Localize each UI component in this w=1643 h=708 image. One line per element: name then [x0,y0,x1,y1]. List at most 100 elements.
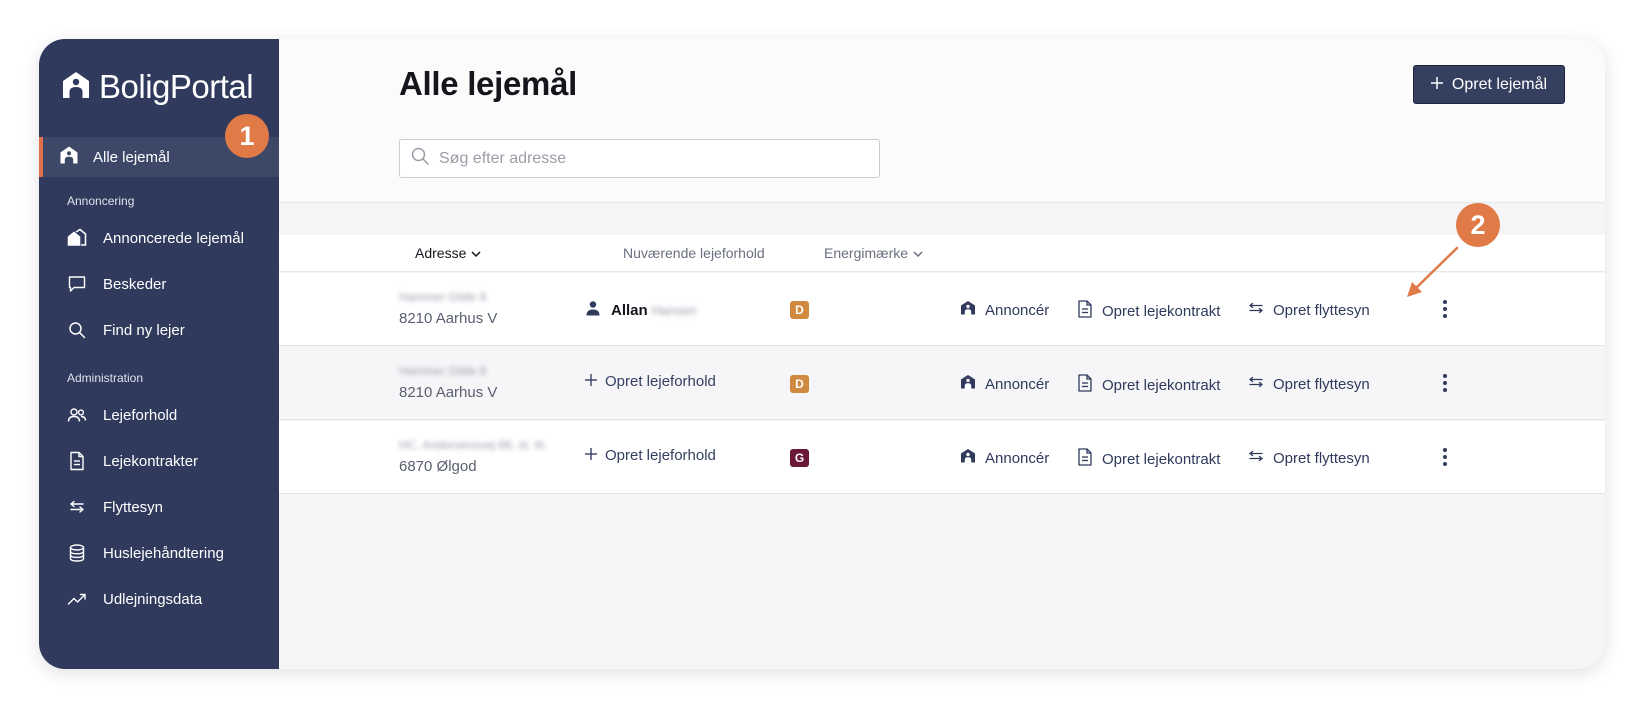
more-options-icon[interactable] [1435,445,1455,469]
sidebar-section-administration: Administration [67,371,144,385]
logo-text: BoligPortal [99,68,254,105]
search-icon [410,146,430,171]
annoncer-label: Annoncér [985,375,1050,393]
annoncer-label: Annoncér [985,449,1050,467]
logo[interactable]: BoligPortal [61,68,254,106]
annoncer-label: Annoncér [985,301,1050,319]
plus-icon [1430,76,1443,94]
chevron-down-icon [913,245,923,261]
opret-lejekontrakt-label: Opret lejekontrakt [1102,450,1221,468]
column-header-adresse[interactable]: Adresse [415,245,481,261]
arrows-icon [1248,300,1264,320]
document-icon [1077,300,1093,322]
opret-lejeforhold-button[interactable]: Opret lejeforhold [585,447,716,464]
document-icon [67,451,87,471]
person-icon [585,300,601,320]
table-row[interactable]: HC. Andersensvej 66, st. th. 6870 Ølgod … [279,421,1605,494]
opret-flyttesyn-button[interactable]: Opret flyttesyn [1248,448,1370,468]
sidebar-item-beskeder[interactable]: Beskeder [67,272,166,296]
document-icon [1077,448,1093,470]
opret-lejekontrakt-label: Opret lejekontrakt [1102,302,1221,320]
sidebar-item-huslejehaandtering[interactable]: Huslejehåndtering [67,541,224,565]
house-icon [59,145,79,170]
page-header: Alle lejemål Opret lejemål [279,39,1605,203]
plus-icon [585,373,597,390]
sidebar-item-flyttesyn[interactable]: Flyttesyn [67,495,163,519]
opret-flyttesyn-button[interactable]: Opret flyttesyn [1248,300,1370,320]
tenant-link[interactable]: Allan Hansen [585,300,697,320]
arrows-icon [1248,374,1264,394]
column-header-label: Energimærke [824,245,909,261]
sidebar-item-find-ny-lejer[interactable]: Find ny lejer [67,318,185,342]
app-window: BoligPortal Alle lejemål Annoncering Ann… [39,39,1605,669]
opret-lejekontrakt-button[interactable]: Opret lejekontrakt [1077,448,1220,470]
plus-icon [585,447,597,464]
opret-lejeforhold-button[interactable]: Opret lejeforhold [585,373,716,390]
sidebar-item-label: Lejekontrakter [103,452,199,470]
create-lejemaal-button[interactable]: Opret lejemål [1413,65,1565,104]
sidebar-item-label: Huslejehåndtering [103,544,224,562]
arrows-icon [67,497,87,517]
arrows-icon [1248,448,1264,468]
sidebar-item-udlejningsdata[interactable]: Udlejningsdata [67,587,202,611]
more-options-icon[interactable] [1435,371,1455,395]
opret-lejekontrakt-label: Opret lejekontrakt [1102,376,1221,394]
energy-label-badge: G [790,449,809,467]
search-box[interactable] [399,139,880,178]
annoncer-button[interactable]: Annoncér [960,300,1049,320]
create-lejemaal-label: Opret lejemål [1451,75,1548,93]
address-line2: 8210 Aarhus V [399,384,498,401]
step-badge-1: 1 [225,114,269,158]
address-line1: Hammer Gilde 8 [399,290,487,304]
chevron-down-icon [471,245,481,261]
document-icon [1077,374,1093,396]
house-icon [960,300,976,320]
column-header-label: Adresse [415,245,467,261]
main-content: Alle lejemål Opret lejemål Søg efter adr… [279,39,1605,669]
sidebar-item-label: Alle lejemål [93,148,170,166]
annoncer-button[interactable]: Annoncér [960,374,1049,394]
column-header-energimaerke[interactable]: Energimærke [824,245,923,261]
tenant-last-name: Hansen [651,302,697,318]
sidebar-item-label: Beskeder [103,275,167,293]
opret-flyttesyn-label: Opret flyttesyn [1273,449,1370,467]
step-badge-2: 2 [1456,203,1500,247]
logo-house-icon [61,70,91,105]
table-row[interactable]: Hammer Gilde 8 8210 Aarhus V Opret lejef… [279,347,1605,420]
trend-icon [67,589,87,609]
column-header-lejeforhold: Nuværende lejeforhold [623,245,765,261]
energy-label-badge: D [790,375,809,393]
sidebar-item-label: Lejeforhold [103,406,178,424]
opret-flyttesyn-label: Opret flyttesyn [1273,301,1370,319]
opret-flyttesyn-button[interactable]: Opret flyttesyn [1248,374,1370,394]
sidebar-section-annoncering: Annoncering [67,194,135,208]
opret-flyttesyn-label: Opret flyttesyn [1273,375,1370,393]
sidebar-item-annoncerede-lejemaal[interactable]: Annoncerede lejemål [67,226,244,250]
opret-lejekontrakt-button[interactable]: Opret lejekontrakt [1077,374,1220,396]
sidebar-item-label: Annoncerede lejemål [103,229,244,247]
sidebar-item-lejeforhold[interactable]: Lejeforhold [67,403,177,427]
opret-lejeforhold-label: Opret lejeforhold [605,373,716,390]
sidebar-item-label: Flyttesyn [103,498,164,516]
address-line2: 8210 Aarhus V [399,310,498,327]
search-input[interactable] [439,149,859,168]
house-icon [960,374,976,394]
page-title: Alle lejemål [399,65,577,102]
address-line1: HC. Andersensvej 66, st. th. [399,438,548,452]
search-icon [67,320,87,340]
sidebar-item-label: Udlejningsdata [103,590,203,608]
users-icon [67,405,87,425]
annotation-arrow-icon [1407,246,1459,297]
houses-icon [67,228,87,248]
database-icon [67,543,87,563]
house-icon [960,448,976,468]
opret-lejekontrakt-button[interactable]: Opret lejekontrakt [1077,300,1220,322]
address-line1: Hammer Gilde 8 [399,364,487,378]
annoncer-button[interactable]: Annoncér [960,448,1049,468]
opret-lejeforhold-label: Opret lejeforhold [605,447,716,464]
sidebar-item-lejekontrakter[interactable]: Lejekontrakter [67,449,198,473]
tenant-first-name: Allan [611,301,648,319]
energy-label-badge: D [790,301,809,319]
address-line2: 6870 Ølgod [399,458,477,475]
sidebar-item-label: Find ny lejer [103,321,185,339]
